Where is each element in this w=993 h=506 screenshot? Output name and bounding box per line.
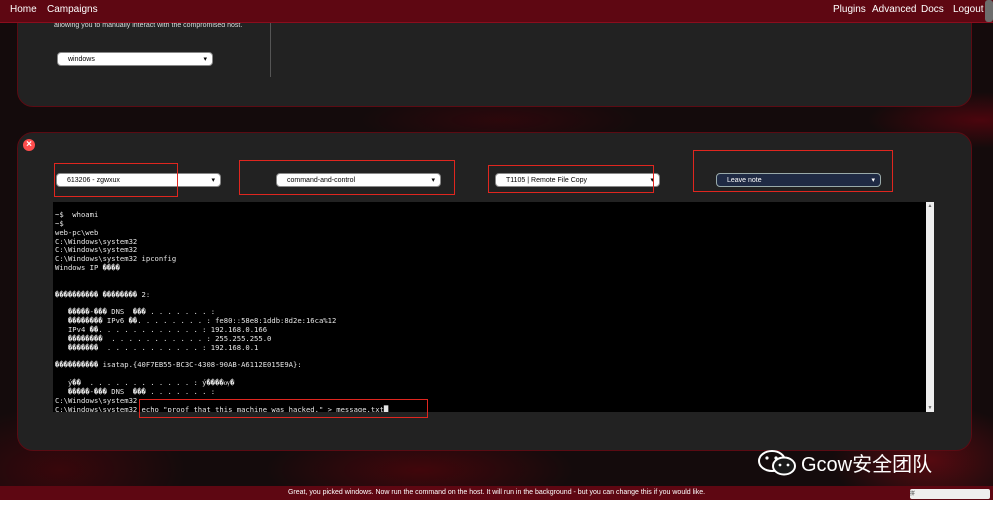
watermark: Gcow安全团队 — [757, 448, 932, 477]
terminal-scrollbar[interactable]: ▲ ▼ — [926, 202, 934, 412]
terminal-line: C:\Windows\system32 — [55, 236, 138, 246]
terminal-output[interactable]: ~$ whoami ~$ web-pc\web C:\Windows\system32… — [53, 202, 926, 412]
terminal-line: �������� IPv6 ��. . . . . . . . : fe80::… — [55, 316, 337, 326]
nav-plugins[interactable]: Plugins — [833, 4, 866, 15]
nav-home[interactable]: Home — [10, 4, 37, 15]
status-bar: Great, you picked windows. Now run the c… — [0, 486, 993, 500]
terminal-line: C:\Windows\system32 — [55, 245, 138, 255]
terminal-line: C:\Windows\system32 — [55, 395, 138, 405]
wechat-icon — [758, 449, 796, 475]
os-select[interactable]: windows ▾ — [57, 52, 213, 66]
os-select-value: windows — [68, 56, 95, 63]
terminal-line: �������� . . . . . . . . . . . : 255.255… — [55, 333, 272, 343]
nav-logout[interactable]: Logout — [953, 4, 984, 15]
top-nav: Home Campaigns Plugins Advanced Docs Log… — [0, 0, 993, 23]
terminal-line: ���������� �������� 2: — [55, 289, 151, 299]
terminal-line: ý�� . . . . . . . . . . . . : ý����ѹ� — [55, 378, 235, 388]
panel-note: allowing you to manually interact with t… — [54, 22, 243, 29]
ime-indicator: 拼 — [910, 489, 990, 499]
highlight-note — [693, 150, 893, 192]
highlight-agent — [54, 163, 178, 197]
terminal-line: �����-��� DNS ��� . . . . . . . : — [55, 307, 216, 317]
highlight-command — [139, 399, 428, 418]
terminal-line: ������� . . . . . . . . . . . : 192.168.… — [55, 342, 259, 352]
ime-label: 拼 — [910, 491, 916, 497]
scroll-down-icon[interactable]: ▼ — [926, 404, 934, 412]
highlight-tactic — [239, 160, 455, 195]
chevron-down-icon: ▾ — [211, 177, 215, 184]
terminal-line: �����-��� DNS ��� . . . . . . . : — [55, 387, 216, 396]
terminal-line: web-pc\web — [55, 227, 99, 237]
terminal-line: Windows IP ���� — [55, 263, 120, 273]
terminal-line: C:\Windows\system32 ipconfig — [55, 254, 177, 264]
terminal-line: IPv4 ��. . . . . . . . . . . . : 192.168… — [55, 325, 268, 335]
bottom-edge — [0, 500, 993, 506]
highlight-technique — [488, 165, 654, 193]
nav-advanced[interactable]: Advanced — [872, 4, 916, 15]
status-message: Great, you picked windows. Now run the c… — [287, 489, 706, 496]
terminal-line: ���������� isatap.{40F7EB55-BC3C-4308-90… — [55, 360, 302, 370]
page-scrollbar[interactable] — [985, 0, 993, 22]
watermark-text: Gcow安全团队 — [801, 454, 933, 476]
nav-docs[interactable]: Docs — [921, 4, 944, 15]
terminal-line: ~$ whoami — [55, 210, 99, 219]
chevron-down-icon: ▾ — [203, 56, 207, 63]
terminal-line: ~$ — [55, 218, 64, 228]
nav-campaigns[interactable]: Campaigns — [47, 4, 98, 15]
scroll-up-icon[interactable]: ▲ — [926, 202, 934, 210]
close-icon[interactable]: × — [23, 139, 35, 151]
